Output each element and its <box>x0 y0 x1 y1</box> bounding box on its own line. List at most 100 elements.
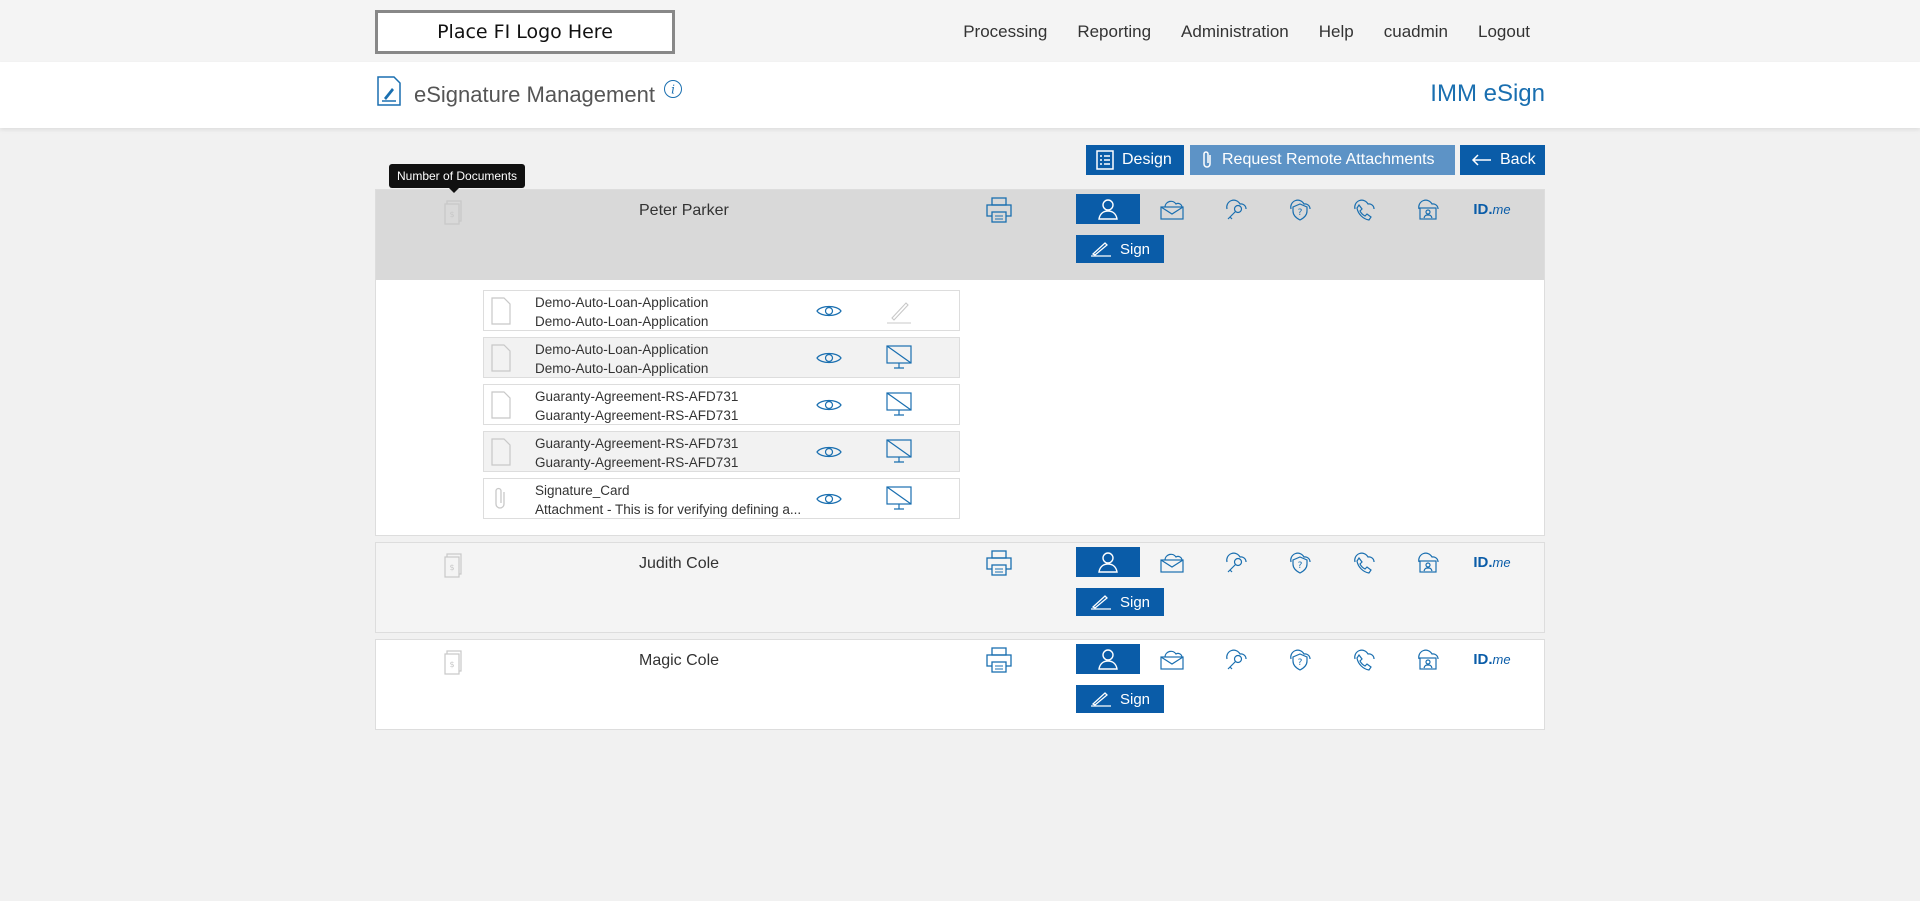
document-name: Signature_Card Attachment - This is for v… <box>535 483 802 517</box>
email-icon[interactable] <box>1140 644 1204 674</box>
no-display-icon[interactable] <box>884 484 914 514</box>
main-nav: Processing Reporting Administration Help… <box>933 22 1530 42</box>
svg-text:?: ? <box>1298 561 1303 571</box>
sign-button-label: Sign <box>1120 593 1151 611</box>
auth-methods: ? ID.me <box>1076 194 1524 224</box>
request-remote-attachments-label: Request Remote Attachments <box>1222 151 1435 168</box>
document-icon <box>491 438 511 466</box>
eye-icon[interactable] <box>815 397 843 413</box>
sign-button[interactable]: Sign <box>1076 235 1165 263</box>
eye-icon[interactable] <box>815 303 843 319</box>
document-name: Demo-Auto-Loan-Application Demo-Auto-Loan… <box>535 295 709 329</box>
svg-text:i: i <box>671 83 675 97</box>
sign-button[interactable]: Sign <box>1076 588 1165 616</box>
document-row[interactable]: Demo-Auto-Loan-Application Demo-Auto-Loan… <box>483 290 960 331</box>
key-icon[interactable] <box>1204 644 1268 674</box>
document-icon <box>491 344 511 372</box>
eye-icon[interactable] <box>815 444 843 460</box>
design-button[interactable]: Design <box>1086 145 1184 175</box>
svg-text:?: ? <box>1298 658 1303 668</box>
paperclip-icon <box>495 487 505 509</box>
idme-logo[interactable]: ID.me <box>1460 644 1524 674</box>
question-shield-icon[interactable]: ? <box>1268 644 1332 674</box>
signer-panel-judith-cole: $ Judith Cole ? ID.me Sign <box>375 542 1545 633</box>
pen-icon <box>1091 692 1111 707</box>
document-name: Guaranty-Agreement-RS-AFD731 Guaranty-Agr… <box>535 436 739 470</box>
no-display-icon[interactable] <box>884 437 914 467</box>
svg-text:$: $ <box>449 660 454 669</box>
email-icon[interactable] <box>1140 547 1204 577</box>
phone-icon[interactable] <box>1332 547 1396 577</box>
email-icon[interactable] <box>1140 194 1204 224</box>
pen-icon <box>1091 595 1111 610</box>
phone-icon[interactable] <box>1332 194 1396 224</box>
print-icon[interactable] <box>985 196 1013 224</box>
key-icon[interactable] <box>1204 547 1268 577</box>
signer-header-row[interactable]: $ Peter Parker ? ID.me Sign <box>376 190 1544 280</box>
sign-button[interactable]: Sign <box>1076 685 1165 713</box>
sign-button-label: Sign <box>1120 690 1151 708</box>
in-person-icon[interactable] <box>1076 644 1140 674</box>
document-name: Demo-Auto-Loan-Application Demo-Auto-Loan… <box>535 342 709 376</box>
document-count-icon[interactable]: $ <box>443 200 463 226</box>
signer-header-row[interactable]: $ Judith Cole ? ID.me Sign <box>376 543 1544 633</box>
document-count-icon[interactable]: $ <box>443 650 463 676</box>
document-row[interactable]: Guaranty-Agreement-RS-AFD731 Guaranty-Agr… <box>483 384 960 425</box>
cloud-id-icon[interactable] <box>1396 644 1460 674</box>
esignature-doc-icon <box>377 76 401 106</box>
arrow-left-icon <box>1471 154 1491 166</box>
eye-icon[interactable] <box>815 350 843 366</box>
info-icon[interactable]: i <box>663 79 683 99</box>
title-bar: eSignature Management i IMM eSign <box>0 62 1920 128</box>
back-button-label: Back <box>1500 151 1536 168</box>
in-person-icon[interactable] <box>1076 547 1140 577</box>
idme-logo[interactable]: ID.me <box>1460 194 1524 224</box>
nav-administration[interactable]: Administration <box>1181 22 1289 42</box>
back-button[interactable]: Back <box>1460 145 1545 175</box>
signer-name: Judith Cole <box>639 555 720 572</box>
key-icon[interactable] <box>1204 194 1268 224</box>
signer-header-row[interactable]: $ Magic Cole ? ID.me Sign <box>376 640 1544 730</box>
question-shield-icon[interactable]: ? <box>1268 547 1332 577</box>
print-icon[interactable] <box>985 646 1013 674</box>
request-remote-attachments-button[interactable]: Request Remote Attachments <box>1190 145 1455 175</box>
sign-pen-icon[interactable] <box>884 296 914 326</box>
document-row[interactable]: Guaranty-Agreement-RS-AFD731 Guaranty-Agr… <box>483 431 960 472</box>
number-of-documents-tooltip: Number of Documents <box>389 164 526 193</box>
page-title: eSignature Management <box>414 82 655 107</box>
signer-panel-magic-cole: $ Magic Cole ? ID.me Sign <box>375 639 1545 730</box>
signer-name: Peter Parker <box>639 202 729 219</box>
paperclip-icon <box>1203 151 1211 168</box>
nav-help[interactable]: Help <box>1319 22 1354 42</box>
in-person-icon[interactable] <box>1076 194 1140 224</box>
document-row[interactable]: Signature_Card Attachment - This is for v… <box>483 478 960 519</box>
design-icon <box>1096 150 1114 170</box>
no-display-icon[interactable] <box>884 343 914 373</box>
signer-name: Magic Cole <box>639 652 720 669</box>
nav-user[interactable]: cuadmin <box>1384 22 1448 42</box>
document-count-icon[interactable]: $ <box>443 553 463 579</box>
design-button-label: Design <box>1122 151 1172 168</box>
brand-name: IMM eSign <box>1430 80 1545 107</box>
print-icon[interactable] <box>985 549 1013 577</box>
idme-logo[interactable]: ID.me <box>1460 547 1524 577</box>
svg-text:?: ? <box>1298 208 1303 218</box>
phone-icon[interactable] <box>1332 644 1396 674</box>
no-display-icon[interactable] <box>884 390 914 420</box>
top-bar: Place FI Logo Here Processing Reporting … <box>0 0 1920 62</box>
auth-methods: ? ID.me <box>1076 547 1524 577</box>
cloud-id-icon[interactable] <box>1396 194 1460 224</box>
nav-reporting[interactable]: Reporting <box>1077 22 1151 42</box>
document-row[interactable]: Demo-Auto-Loan-Application Demo-Auto-Loan… <box>483 337 960 378</box>
pen-icon <box>1091 242 1111 257</box>
nav-logout[interactable]: Logout <box>1478 22 1530 42</box>
document-icon <box>491 391 511 419</box>
document-list: Demo-Auto-Loan-Application Demo-Auto-Loan… <box>483 290 960 525</box>
document-name: Guaranty-Agreement-RS-AFD731 Guaranty-Agr… <box>535 389 739 423</box>
nav-processing[interactable]: Processing <box>963 22 1047 42</box>
cloud-id-icon[interactable] <box>1396 547 1460 577</box>
question-shield-icon[interactable]: ? <box>1268 194 1332 224</box>
signer-panel-peter-parker: $ Peter Parker ? ID.me Sign Demo-Auto-Lo… <box>375 189 1545 536</box>
sign-button-label: Sign <box>1120 240 1151 258</box>
eye-icon[interactable] <box>815 491 843 507</box>
